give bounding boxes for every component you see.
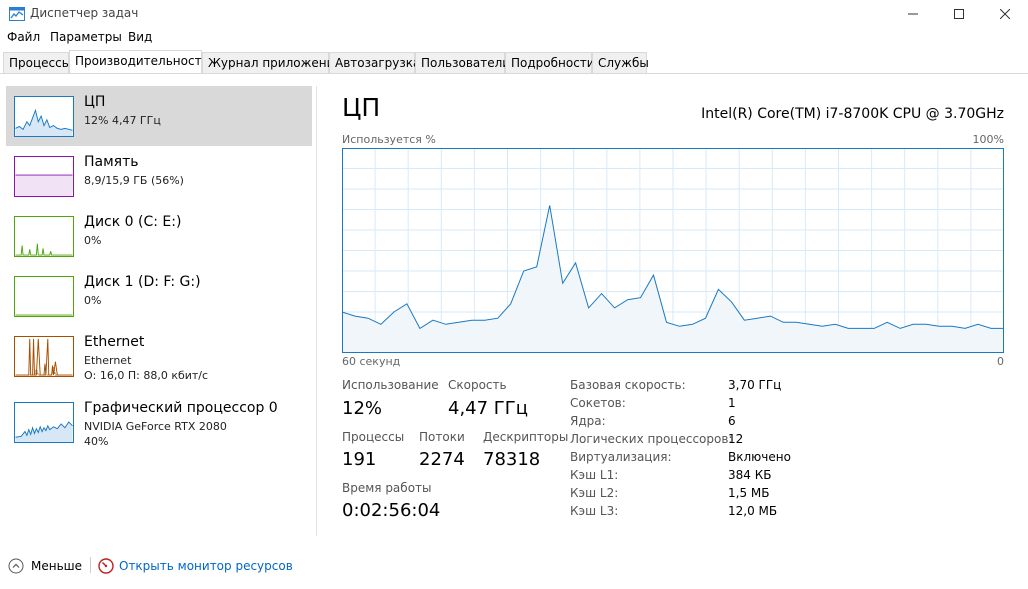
sidebar-ethernet-throughput: О: 16,0 П: 88,0 кбит/с <box>84 369 209 382</box>
sidebar-item-memory[interactable]: Память 8,9/15,9 ГБ (56%) <box>6 146 312 206</box>
uptime-label: Время работы <box>342 481 432 495</box>
sidebar-memory-usage: 8,9/15,9 ГБ (56%) <box>84 174 184 187</box>
threads-label: Потоки <box>419 430 465 444</box>
cpu-model-name: Intel(R) Core(TM) i7-8700K CPU @ 3.70GHz <box>701 106 1004 122</box>
minimize-button[interactable] <box>890 0 936 28</box>
handles-label: Дескрипторы <box>483 430 569 444</box>
memory-thumbnail-graph <box>14 156 74 197</box>
sidebar-item-ethernet[interactable]: Ethernet Ethernet О: 16,0 П: 88,0 кбит/с <box>6 326 312 386</box>
sidebar-cpu-usage: 12% 4,47 ГГц <box>84 114 161 127</box>
spec-value: 6 <box>728 414 736 428</box>
processes-value: 191 <box>342 449 377 470</box>
menu-file[interactable]: Файл <box>7 30 40 44</box>
footer: Меньше Открыть монитор ресурсов <box>0 548 1028 584</box>
handles-value: 78318 <box>483 449 541 470</box>
spec-label: Виртуализация: <box>570 450 672 464</box>
performance-sidebar: ЦП 12% 4,47 ГГц Память 8,9/15,9 ГБ (56%)… <box>0 80 316 540</box>
spec-label: Базовая скорость: <box>570 378 686 392</box>
sidebar-memory-title: Память <box>84 154 139 170</box>
tab-performance[interactable]: Производительность <box>69 50 209 74</box>
ethernet-thumbnail-graph <box>14 336 74 377</box>
tab-services[interactable]: Службы <box>592 52 649 73</box>
sidebar-gpu-model: NVIDIA GeForce RTX 2080 <box>84 420 227 433</box>
tab-users[interactable]: Пользователи <box>415 52 510 73</box>
usage-label: Использование <box>342 378 439 392</box>
processes-label: Процессы <box>342 430 405 444</box>
spec-label: Кэш L1: <box>570 468 619 482</box>
sidebar-ethernet-title: Ethernet <box>84 334 145 350</box>
sidebar-ethernet-adapter: Ethernet <box>84 354 132 367</box>
sidebar-disk0-usage: 0% <box>84 234 102 247</box>
spec-value: 12 <box>728 432 744 446</box>
fewer-details-label: Меньше <box>31 559 83 573</box>
sidebar-cpu-title: ЦП <box>84 94 106 110</box>
sidebar-gpu-usage: 40% <box>84 435 109 448</box>
threads-value: 2274 <box>419 449 465 470</box>
maximize-icon <box>954 9 964 19</box>
graph-y-max: 100% <box>972 133 1004 146</box>
spec-value: 1 <box>728 396 736 410</box>
usage-value: 12% <box>342 398 383 419</box>
spec-label: Ядра: <box>570 414 606 428</box>
maximize-button[interactable] <box>936 0 982 28</box>
graph-y-label: Используется % <box>342 133 436 146</box>
spec-value: 3,70 ГГц <box>728 378 782 392</box>
sidebar-gpu-title: Графический процессор 0 <box>84 400 278 416</box>
tab-underline <box>0 73 1028 74</box>
cpu-usage-graph <box>342 148 1004 353</box>
sidebar-item-cpu[interactable]: ЦП 12% 4,47 ГГц <box>6 86 312 146</box>
footer-separator <box>90 557 91 573</box>
spec-label: Логических процессоров: <box>570 432 733 446</box>
sidebar-item-disk1[interactable]: Диск 1 (D: F: G:) 0% <box>6 266 312 326</box>
spec-value: 1,5 МБ <box>728 486 770 500</box>
spec-label: Кэш L3: <box>570 504 619 518</box>
cpu-thumbnail-graph <box>14 96 74 137</box>
tab-app-history[interactable]: Журнал приложений <box>202 52 342 73</box>
menu-view[interactable]: Вид <box>128 30 152 44</box>
resource-monitor-label: Открыть монитор ресурсов <box>119 559 293 573</box>
title-bar: Диспетчер задач <box>0 0 1028 28</box>
spec-label: Сокетов: <box>570 396 626 410</box>
sidebar-item-gpu[interactable]: Графический процессор 0 NVIDIA GeForce R… <box>6 392 312 452</box>
uptime-value: 0:02:56:04 <box>342 500 441 521</box>
menu-options[interactable]: Параметры <box>50 30 122 44</box>
sidebar-disk1-title: Диск 1 (D: F: G:) <box>84 274 201 290</box>
sidebar-divider <box>316 86 317 536</box>
disk0-thumbnail-graph <box>14 216 74 257</box>
graph-grid <box>342 148 1004 353</box>
spec-value: 12,0 МБ <box>728 504 778 518</box>
close-button[interactable] <box>982 0 1028 28</box>
sidebar-disk1-usage: 0% <box>84 294 102 307</box>
spec-label: Кэш L2: <box>570 486 619 500</box>
graph-x-label-right: 0 <box>997 355 1004 368</box>
window-title: Диспетчер задач <box>30 6 139 20</box>
chevron-up-circle-icon <box>8 558 24 574</box>
sidebar-disk0-title: Диск 0 (C: E:) <box>84 214 182 230</box>
tab-startup[interactable]: Автозагрузка <box>329 52 420 73</box>
spec-value: 384 КБ <box>728 468 772 482</box>
graph-x-label-left: 60 секунд <box>342 355 401 368</box>
page-title: ЦП <box>342 93 381 122</box>
minimize-icon <box>908 13 918 15</box>
gpu-thumbnail-graph <box>14 402 74 443</box>
close-icon <box>1000 9 1010 19</box>
spec-value: Включено <box>728 450 791 464</box>
open-resource-monitor-link[interactable]: Открыть монитор ресурсов <box>98 556 293 576</box>
speed-label: Скорость <box>448 378 507 392</box>
disk1-thumbnail-graph <box>14 276 74 317</box>
fewer-details-button[interactable]: Меньше <box>8 556 82 576</box>
speed-value: 4,47 ГГц <box>448 398 529 419</box>
tab-processes[interactable]: Процессы <box>3 52 71 73</box>
task-manager-icon <box>9 7 25 21</box>
resource-monitor-icon <box>98 558 114 574</box>
sidebar-item-disk0[interactable]: Диск 0 (C: E:) 0% <box>6 206 312 266</box>
tab-details[interactable]: Подробности <box>505 52 595 73</box>
